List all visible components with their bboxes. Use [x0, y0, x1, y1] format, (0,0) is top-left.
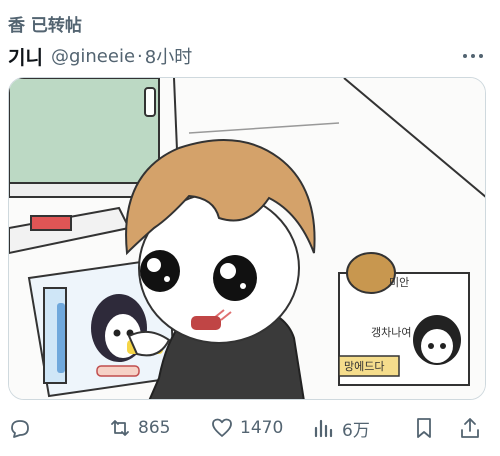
retweet-count: 865 — [138, 418, 171, 438]
bookmark-button[interactable] — [412, 408, 436, 448]
reply-icon — [11, 420, 29, 438]
more-icon[interactable] — [458, 42, 488, 70]
share-button[interactable] — [458, 408, 482, 448]
repost-label: 香 已转帖 — [8, 15, 82, 36]
like-button[interactable]: 1470 — [210, 408, 283, 448]
like-count: 1470 — [240, 418, 284, 438]
views-button[interactable]: 6万 — [312, 408, 370, 448]
views-icon — [314, 419, 333, 438]
action-bar: 865 1470 6万 — [0, 408, 500, 448]
panel-text-okay: 갱차나여 — [371, 326, 411, 339]
panel-text-sorry: 미안 — [389, 276, 409, 289]
tweet-media-image[interactable]: 미안 갱차나여 망에드다 — [8, 77, 486, 400]
retweet-button[interactable]: 865 — [108, 408, 170, 448]
retweet-icon — [111, 420, 129, 436]
separator-dot: · — [137, 45, 143, 67]
reply-button[interactable] — [8, 408, 32, 448]
views-count: 6万 — [342, 420, 370, 441]
repost-indicator[interactable]: 香 已转帖 — [8, 10, 82, 36]
post-time[interactable]: 8小时 — [145, 43, 192, 69]
panel-text-label: 망에드다 — [344, 360, 384, 373]
comic-illustration: 미안 갱차나여 망에드다 — [9, 78, 485, 399]
share-icon — [461, 418, 479, 438]
author-name[interactable]: 기니 — [8, 43, 43, 70]
heart-icon — [212, 418, 232, 437]
tweet-header: 기니 @gineeie · 8小时 — [8, 40, 492, 72]
author-handle[interactable]: @gineeie — [51, 46, 135, 67]
bookmark-icon — [417, 418, 431, 438]
